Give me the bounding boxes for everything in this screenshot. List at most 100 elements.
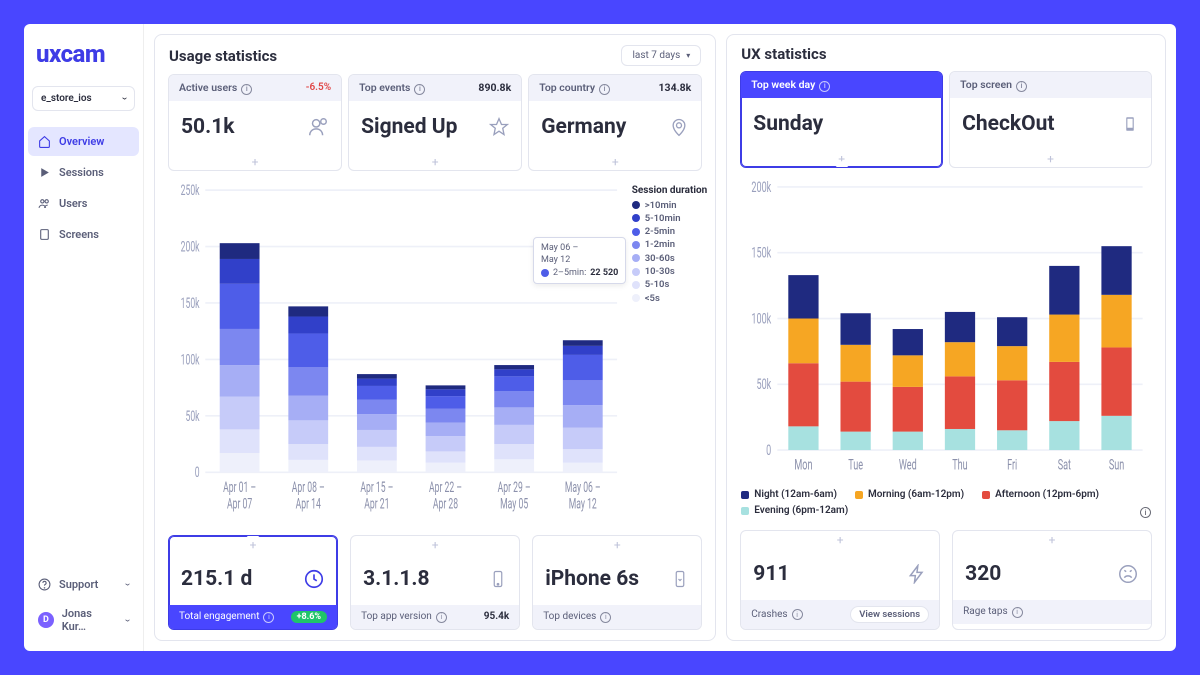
- chart-tooltip: May 06 – May 12 2–5min: 22 520: [533, 237, 626, 285]
- metric-label: Top events: [359, 81, 410, 94]
- metric-value: 911: [753, 562, 789, 586]
- chevron-down-icon: ▾: [686, 51, 690, 60]
- info-icon[interactable]: i: [263, 612, 274, 623]
- sidebar-item-overview[interactable]: Overview: [28, 127, 139, 156]
- app-selector[interactable]: e_store_ios ›: [32, 86, 135, 111]
- info-icon[interactable]: i: [599, 84, 610, 95]
- metric-top-screen[interactable]: Top screen i CheckOut +: [949, 71, 1152, 168]
- info-icon[interactable]: i: [436, 612, 447, 623]
- info-icon[interactable]: i: [241, 84, 252, 95]
- metric-label: Top devices: [543, 611, 596, 622]
- info-icon[interactable]: i: [819, 81, 830, 92]
- svg-text:Apr 14: Apr 14: [296, 494, 321, 511]
- main-content: Usage statistics last 7 days ▾ Active us…: [144, 24, 1176, 651]
- weekday-chart-svg: 050k100k150k200kMonTueWedThuFriSatSun: [739, 174, 1153, 483]
- date-range-select[interactable]: last 7 days ▾: [621, 45, 701, 66]
- add-metric-button[interactable]: +: [741, 531, 939, 548]
- svg-text:150k: 150k: [181, 294, 201, 311]
- date-range-label: last 7 days: [632, 50, 680, 61]
- add-metric-button[interactable]: +: [169, 153, 341, 170]
- add-metric-button[interactable]: +: [953, 531, 1151, 548]
- home-icon: [38, 135, 51, 148]
- add-metric-button[interactable]: +: [741, 150, 942, 167]
- metric-label: Rage taps: [963, 606, 1008, 617]
- svg-text:50k: 50k: [757, 375, 772, 392]
- metric-value: 215.1 d: [181, 567, 252, 591]
- metric-total-engagement[interactable]: + 215.1 d Total engagementi +8.6%: [168, 535, 338, 630]
- svg-text:0: 0: [195, 463, 200, 480]
- metric-rage-taps[interactable]: + 320 Rage tapsi: [952, 530, 1152, 630]
- svg-text:May 06 –: May 06 –: [565, 478, 601, 495]
- person-icon: [307, 116, 329, 138]
- angry-icon: [1117, 563, 1139, 585]
- metric-value: Sunday: [753, 112, 823, 136]
- metric-trend: +8.6%: [291, 611, 328, 623]
- metric-stat: 134.8k: [659, 81, 692, 94]
- panel-usage-statistics: Usage statistics last 7 days ▾ Active us…: [154, 34, 716, 641]
- info-icon[interactable]: i: [1012, 607, 1023, 618]
- metric-label: Top screen: [960, 78, 1012, 91]
- sidebar-item-sessions[interactable]: Sessions: [28, 158, 139, 187]
- metric-top-week-day[interactable]: Top week dayi Sunday +: [740, 71, 943, 168]
- phone-icon: [489, 570, 507, 588]
- svg-text:250k: 250k: [181, 181, 201, 198]
- usage-bottom-metrics: + 215.1 d Total engagementi +8.6% + 3.1.…: [155, 531, 715, 640]
- metric-top-country[interactable]: Top countryi 134.8k Germany +: [528, 74, 702, 171]
- add-metric-button[interactable]: +: [529, 153, 701, 170]
- svg-text:Apr 22 –: Apr 22 –: [429, 478, 462, 495]
- info-icon[interactable]: i: [1016, 81, 1027, 92]
- weekday-legend: Night (12am-6am)Morning (6am-12pm)Aftern…: [727, 484, 1165, 526]
- add-metric-button[interactable]: +: [351, 536, 519, 553]
- tooltip-line1: May 06 –: [541, 242, 618, 255]
- sidebar-item-users[interactable]: Users: [28, 189, 139, 218]
- metric-active-users[interactable]: Active usersi -6.5% 50.1k +: [168, 74, 342, 171]
- info-icon[interactable]: i: [792, 609, 803, 620]
- metric-top-devices[interactable]: + iPhone 6s Top devicesi: [532, 535, 702, 630]
- chevron-right-icon: ›: [119, 97, 130, 100]
- svg-text:Fri: Fri: [1007, 456, 1017, 473]
- sidebar-item-account[interactable]: D Jonas Kur… ›: [28, 599, 139, 641]
- metric-value: 50.1k: [181, 115, 234, 139]
- svg-text:May 12: May 12: [569, 494, 597, 511]
- metric-top-app-version[interactable]: + 3.1.1.8 Top app versioni 95.4k: [350, 535, 520, 630]
- svg-text:50k: 50k: [186, 407, 201, 424]
- ux-bottom-metrics: + 911 Crashesi View sessions + 320: [727, 526, 1165, 640]
- device-icon: [1121, 115, 1139, 133]
- screen-icon: [38, 228, 51, 241]
- view-sessions-button[interactable]: View sessions: [850, 606, 929, 623]
- brand-part1: ux: [36, 40, 61, 68]
- sidebar-item-screens[interactable]: Screens: [28, 220, 139, 249]
- metric-crashes[interactable]: + 911 Crashes i View sessions: [740, 530, 940, 630]
- svg-text:150k: 150k: [752, 244, 773, 261]
- pin-icon: [669, 117, 689, 137]
- metric-label: Top country: [539, 81, 595, 94]
- session-duration-chart-svg: 050k100k150k200k250kApr 01 –Apr 07Apr 08…: [167, 177, 703, 522]
- add-metric-button[interactable]: +: [349, 153, 521, 170]
- clock-icon: [303, 568, 325, 590]
- info-icon[interactable]: i: [1140, 507, 1151, 518]
- svg-text:Apr 21: Apr 21: [364, 494, 389, 511]
- support-label: Support: [59, 578, 98, 591]
- tooltip-line2: May 12: [541, 254, 618, 267]
- svg-text:0: 0: [766, 441, 771, 458]
- metric-label: Crashes: [751, 609, 787, 620]
- app-root: uxcam e_store_ios › Overview Sessions Us…: [24, 24, 1176, 651]
- info-icon[interactable]: i: [600, 612, 611, 623]
- metric-top-events[interactable]: Top eventsi 890.8k Signed Up +: [348, 74, 522, 171]
- tooltip-swatch: [541, 269, 549, 277]
- svg-text:Apr 15 –: Apr 15 –: [360, 478, 393, 495]
- add-metric-button[interactable]: +: [169, 536, 337, 553]
- svg-text:100k: 100k: [181, 350, 201, 367]
- users-icon: [38, 197, 51, 210]
- info-icon[interactable]: i: [414, 84, 425, 95]
- tooltip-series: 2–5min:: [553, 267, 586, 280]
- svg-text:Wed: Wed: [899, 456, 917, 473]
- metric-footer: Total engagementi +8.6%: [169, 605, 337, 629]
- metric-label: Active users: [179, 81, 237, 94]
- add-metric-button[interactable]: +: [533, 536, 701, 553]
- metric-value: CheckOut: [962, 112, 1054, 136]
- sidebar-item-support[interactable]: Support ›: [28, 570, 139, 599]
- session-duration-chart: 050k100k150k200k250kApr 01 –Apr 07Apr 08…: [155, 171, 715, 532]
- metric-stat: 95.4k: [484, 611, 509, 622]
- add-metric-button[interactable]: +: [950, 150, 1151, 167]
